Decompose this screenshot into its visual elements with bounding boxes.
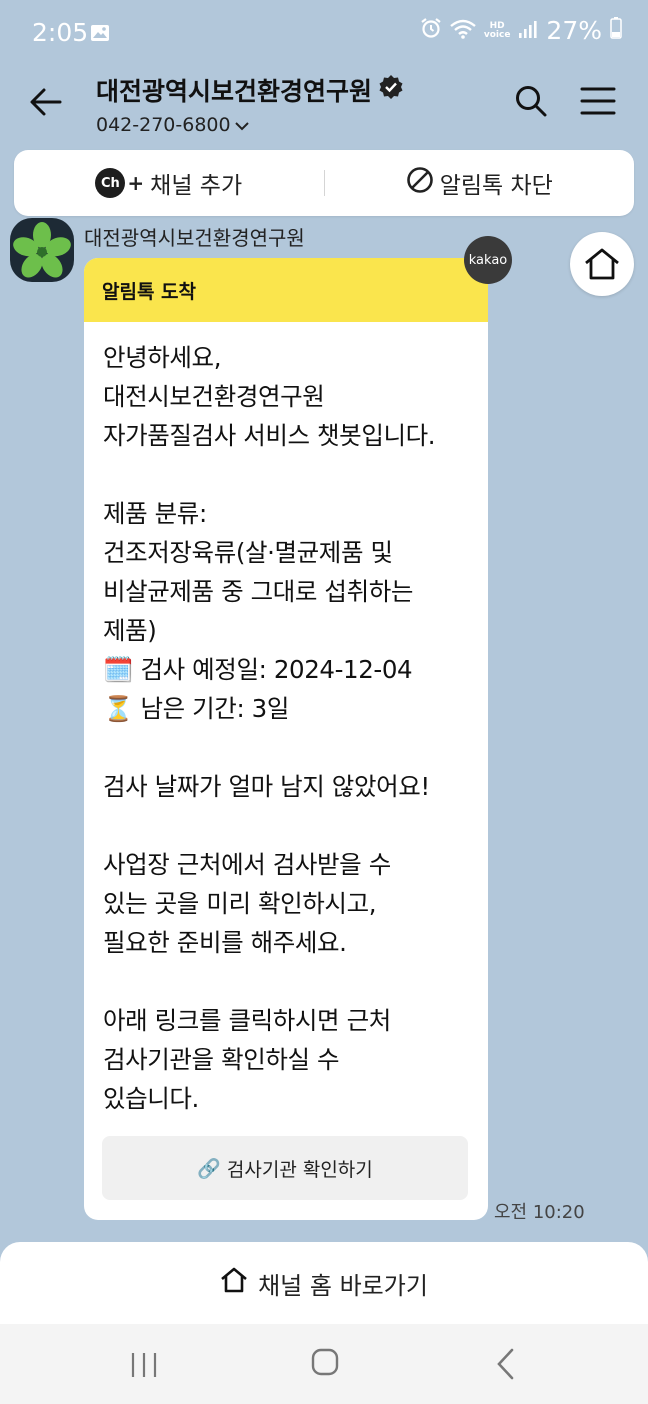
- add-channel-label: 채널 추가: [150, 173, 243, 199]
- channel-action-bar: Ch + 채널 추가 알림톡 차단: [14, 150, 634, 216]
- gallery-notification-icon: [90, 24, 110, 46]
- channel-home-button[interactable]: 채널 홈 바로가기: [0, 1242, 648, 1324]
- nav-back-icon[interactable]: [496, 1348, 516, 1384]
- hd-voice-indicator: HD voice: [483, 21, 511, 40]
- battery-icon: [610, 16, 622, 45]
- channel-info[interactable]: 대전광역시보건환경연구원 042-270-6800: [96, 72, 404, 136]
- channel-phone[interactable]: 042-270-6800: [96, 114, 404, 136]
- home-outline-icon: [220, 1267, 248, 1299]
- kakao-badge: kakao: [464, 236, 512, 284]
- block-alimtalk-button[interactable]: 알림톡 차단: [325, 166, 635, 200]
- channel-avatar[interactable]: [10, 218, 74, 282]
- status-bar: 2:05 HD voice 27%: [0, 0, 648, 62]
- channel-title: 대전광역시보건환경연구원: [96, 72, 404, 108]
- phone-number: 042-270-6800: [96, 114, 231, 136]
- system-nav-bar: [0, 1324, 648, 1404]
- check-institution-button[interactable]: 🔗 검사기관 확인하기: [102, 1136, 468, 1200]
- plus-icon: +: [127, 171, 145, 195]
- block-alimtalk-label: 알림톡 차단: [439, 173, 553, 199]
- alarm-icon: [420, 16, 442, 45]
- home-button[interactable]: [570, 232, 634, 296]
- message-time: 오전 10:20: [494, 1202, 585, 1223]
- check-institution-label: 검사기관 확인하기: [226, 1158, 373, 1181]
- back-arrow-icon[interactable]: [26, 82, 66, 126]
- channel-name: 대전광역시보건환경연구원: [96, 77, 373, 106]
- clover-logo-icon: [13, 222, 71, 278]
- chevron-down-icon: [234, 114, 249, 136]
- link-icon: 🔗: [197, 1157, 221, 1180]
- channel-add-icon: Ch: [95, 168, 126, 198]
- battery-percent: 27%: [546, 16, 602, 45]
- sender-name: 대전광역시보건환경연구원: [84, 226, 305, 250]
- signal-icon: [518, 16, 538, 45]
- message-bubble[interactable]: 알림톡 도착 안녕하세요, 대전시보건환경연구원 자가품질검사 서비스 챗봇입니…: [84, 258, 488, 1220]
- add-channel-button[interactable]: Ch + 채널 추가: [14, 166, 324, 200]
- home-icon: [585, 248, 619, 280]
- message-body: 안녕하세요, 대전시보건환경연구원 자가품질검사 서비스 챗봇입니다. 제품 분…: [103, 343, 436, 1113]
- alimtalk-header: 알림톡 도착: [84, 258, 488, 322]
- verified-badge-icon: [378, 74, 404, 106]
- channel-home-label: 채널 홈 바로가기: [258, 1271, 428, 1300]
- block-icon: [406, 166, 434, 200]
- recent-apps-icon[interactable]: [130, 1352, 158, 1382]
- menu-icon[interactable]: [580, 86, 616, 120]
- status-time: 2:05: [32, 18, 89, 47]
- chat-header: 대전광역시보건환경연구원 042-270-6800: [0, 62, 648, 148]
- nav-home-icon[interactable]: [311, 1348, 339, 1380]
- wifi-icon: [450, 16, 476, 45]
- search-icon[interactable]: [514, 84, 548, 122]
- voice-label: voice: [483, 29, 511, 40]
